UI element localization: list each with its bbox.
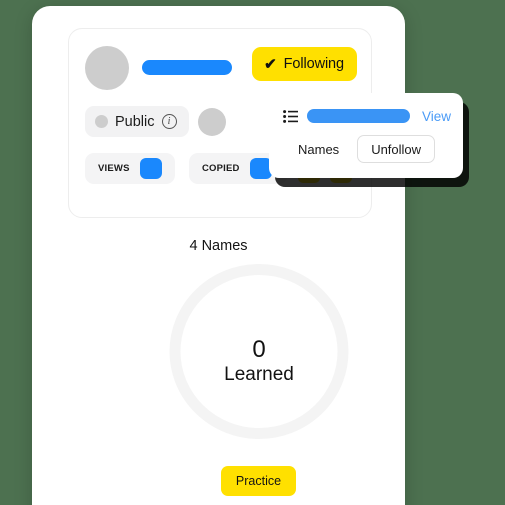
following-button[interactable]: ✔ Following — [252, 47, 357, 81]
visibility-chip[interactable]: Public i — [85, 106, 189, 137]
learned-progress-ring: 0 Learned — [169, 264, 349, 439]
popup-names-label: Names — [298, 141, 340, 157]
following-button-label: Following — [283, 56, 344, 72]
practice-button[interactable]: Practice — [221, 466, 296, 496]
info-icon[interactable]: i — [161, 114, 177, 129]
check-icon: ✔ — [264, 55, 277, 73]
popup-action-row: Names Unfollow — [283, 135, 451, 163]
view-link[interactable]: View — [422, 109, 451, 124]
visibility-chip-label: Public — [115, 113, 155, 130]
avatar-icon — [85, 46, 129, 90]
stat-label: VIEWS — [98, 163, 130, 174]
names-count-heading: 4 Names — [189, 238, 248, 254]
avatar-placeholder-small-icon — [198, 108, 226, 136]
popup-title-row: View — [283, 106, 451, 126]
learned-label: Learned — [224, 363, 294, 385]
popup-arrow-icon — [307, 84, 327, 94]
profile-name-placeholder-icon — [142, 60, 232, 75]
status-dot-icon — [95, 115, 108, 128]
learned-progress-center: 0 Learned — [169, 336, 349, 386]
popup-title-placeholder-icon — [307, 109, 410, 123]
stat-chip-views[interactable]: VIEWS — [85, 153, 175, 184]
unfollow-button[interactable]: Unfollow — [357, 135, 436, 163]
stat-label: COPIED — [202, 163, 240, 174]
stat-value-placeholder-icon — [139, 158, 162, 179]
learned-count: 0 — [252, 336, 266, 363]
following-popup: View Names Unfollow — [269, 84, 463, 178]
profile-card: ✔ Following Public i VIEWS COPIED 4 Name… — [32, 6, 405, 505]
list-bullet-icon — [283, 109, 298, 123]
